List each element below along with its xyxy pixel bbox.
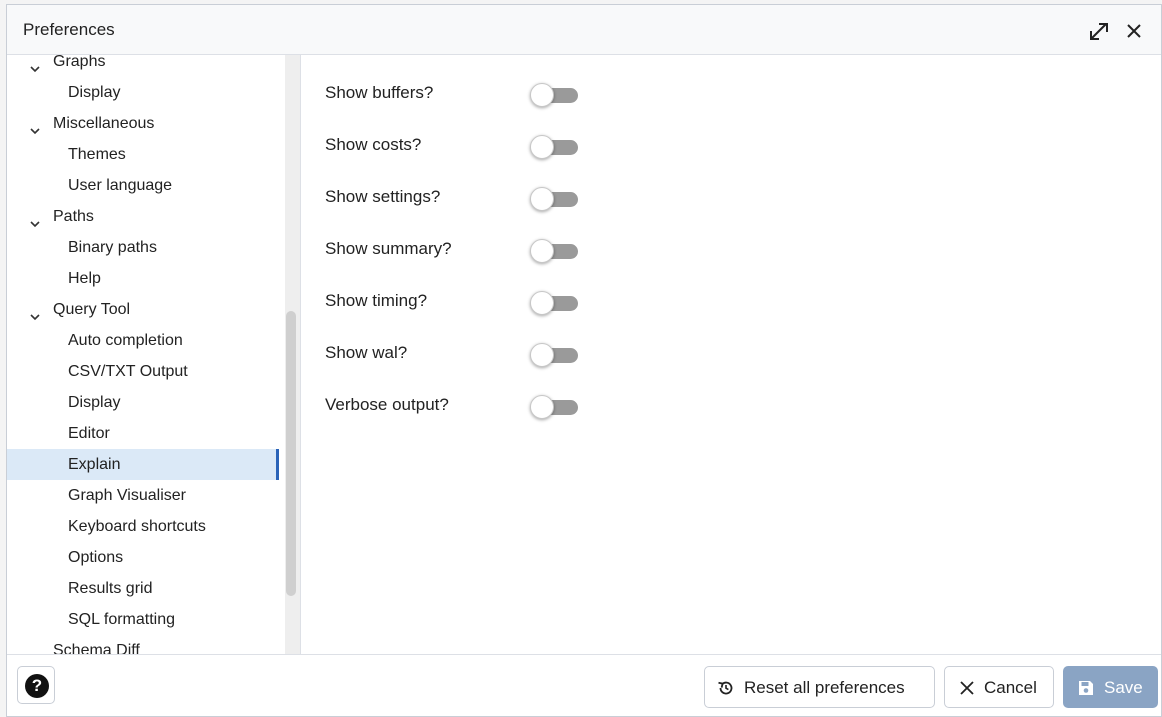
tree-item-label: Results grid: [68, 580, 153, 597]
setting-label: Show wal?: [325, 343, 408, 362]
explain-settings-panel: Show buffers? Show costs? Show settings? Sh…: [302, 55, 1161, 654]
tree-item-binary-paths[interactable]: Binary paths: [7, 232, 277, 263]
tree-item-display[interactable]: Display: [7, 387, 277, 418]
setting-label: Verbose output?: [325, 395, 449, 414]
tree-item-label: User language: [68, 177, 173, 194]
tree-item-label: Options: [68, 549, 124, 566]
tree-item-label: CSV/TXT Output: [68, 363, 188, 380]
setting-row: Verbose output?: [302, 385, 902, 425]
setting-row: Show settings?: [302, 177, 902, 217]
tree-item-display[interactable]: Display: [7, 77, 277, 108]
toggle-switch[interactable]: [530, 342, 582, 368]
setting-row: Show buffers?: [302, 73, 902, 113]
setting-row: Show summary?: [302, 229, 902, 269]
tree-item-label: Display: [68, 84, 121, 101]
tree-item-csv-txt-output[interactable]: CSV/TXT Output: [7, 356, 277, 387]
preferences-dialog: Preferences Graphs Display Miscellaneous Th…: [6, 4, 1162, 717]
tree-item-results-grid[interactable]: Results grid: [7, 573, 277, 604]
chevron-down-icon[interactable]: [29, 644, 41, 654]
toggle-switch[interactable]: [530, 134, 582, 160]
tree-item-sql-formatting[interactable]: SQL formatting: [7, 604, 277, 635]
cancel-label: Cancel: [984, 678, 1037, 697]
tree-group-graphs[interactable]: Graphs: [7, 55, 277, 77]
tree-item-label: Miscellaneous: [53, 115, 155, 132]
setting-label: Show summary?: [325, 239, 452, 258]
tree-item-options[interactable]: Options: [7, 542, 277, 573]
toggle-switch[interactable]: [530, 82, 582, 108]
chevron-down-icon[interactable]: [29, 303, 41, 321]
tree-item-user-language[interactable]: User language: [7, 170, 277, 201]
chevron-down-icon[interactable]: [29, 117, 41, 135]
tree-item-label: Editor: [68, 425, 110, 442]
chevron-down-icon[interactable]: [29, 210, 41, 228]
close-icon: [958, 679, 976, 697]
tree-item-editor[interactable]: Editor: [7, 418, 277, 449]
tree-group-paths[interactable]: Paths: [7, 201, 277, 232]
toggle-switch[interactable]: [530, 394, 582, 420]
tree-item-label: Schema Diff: [53, 642, 140, 654]
maximize-icon[interactable]: [1087, 20, 1111, 42]
tree-item-auto-completion[interactable]: Auto completion: [7, 325, 277, 356]
close-icon[interactable]: [1123, 20, 1145, 42]
reset-all-preferences-label: Reset all preferences: [744, 678, 905, 697]
toggle-thumb: [530, 187, 554, 211]
toggle-thumb: [530, 83, 554, 107]
tree-item-label: Display: [68, 394, 121, 411]
setting-row: Show timing?: [302, 281, 902, 321]
tree-group-query-tool[interactable]: Query Tool: [7, 294, 277, 325]
toggle-thumb: [530, 395, 554, 419]
dialog-titlebar[interactable]: Preferences: [7, 5, 1161, 55]
tree-item-label: Query Tool: [53, 301, 131, 318]
save-label: Save: [1104, 678, 1143, 697]
tree-item-label: Paths: [53, 208, 94, 225]
preferences-tree-panel: Graphs Display Miscellaneous Themes User lan…: [7, 55, 301, 654]
tree-group-schema-diff[interactable]: Schema Diff: [7, 635, 277, 654]
tree-item-keyboard-shortcuts[interactable]: Keyboard shortcuts: [7, 511, 277, 542]
tree-item-label: Graphs: [53, 55, 106, 70]
reset-icon: [717, 679, 735, 697]
tree-item-label: Auto completion: [68, 332, 183, 349]
toggle-thumb: [530, 135, 554, 159]
tree-group-miscellaneous[interactable]: Miscellaneous: [7, 108, 277, 139]
tree-item-explain[interactable]: Explain: [7, 449, 279, 480]
tree-item-label: SQL formatting: [68, 611, 176, 628]
tree-item-help[interactable]: Help: [7, 263, 277, 294]
dialog-title: Preferences: [23, 20, 115, 39]
question-circle-icon: ?: [25, 674, 49, 698]
setting-label: Show buffers?: [325, 83, 434, 102]
dialog-footer: ? Reset all preferences Cancel Save: [7, 654, 1161, 716]
toggle-switch[interactable]: [530, 186, 582, 212]
tree-item-label: Keyboard shortcuts: [68, 518, 206, 535]
tree-item-themes[interactable]: Themes: [7, 139, 277, 170]
tree-item-label: Help: [68, 270, 101, 287]
setting-row: Show wal?: [302, 333, 902, 373]
reset-all-preferences-button[interactable]: Reset all preferences: [704, 666, 935, 708]
setting-label: Show settings?: [325, 187, 441, 206]
tree-item-label: Binary paths: [68, 239, 157, 256]
toggle-thumb: [530, 343, 554, 367]
tree-item-label: Explain: [68, 456, 121, 473]
setting-label: Show timing?: [325, 291, 428, 310]
tree-scrollbar-thumb[interactable]: [286, 311, 296, 596]
toggle-thumb: [530, 239, 554, 263]
toggle-thumb: [530, 291, 554, 315]
setting-label: Show costs?: [325, 135, 422, 154]
floppy-disk-icon: [1077, 679, 1095, 697]
tree-item-label: Themes: [68, 146, 126, 163]
toggle-switch[interactable]: [530, 238, 582, 264]
save-button[interactable]: Save: [1063, 666, 1158, 708]
setting-row: Show costs?: [302, 125, 902, 165]
toggle-switch[interactable]: [530, 290, 582, 316]
tree-item-label: Graph Visualiser: [68, 487, 186, 504]
help-button[interactable]: ?: [17, 666, 55, 704]
tree-item-graph-visualiser[interactable]: Graph Visualiser: [7, 480, 277, 511]
preferences-tree: Graphs Display Miscellaneous Themes User lan…: [7, 55, 279, 654]
chevron-down-icon[interactable]: [29, 55, 41, 73]
cancel-button[interactable]: Cancel: [944, 666, 1054, 708]
